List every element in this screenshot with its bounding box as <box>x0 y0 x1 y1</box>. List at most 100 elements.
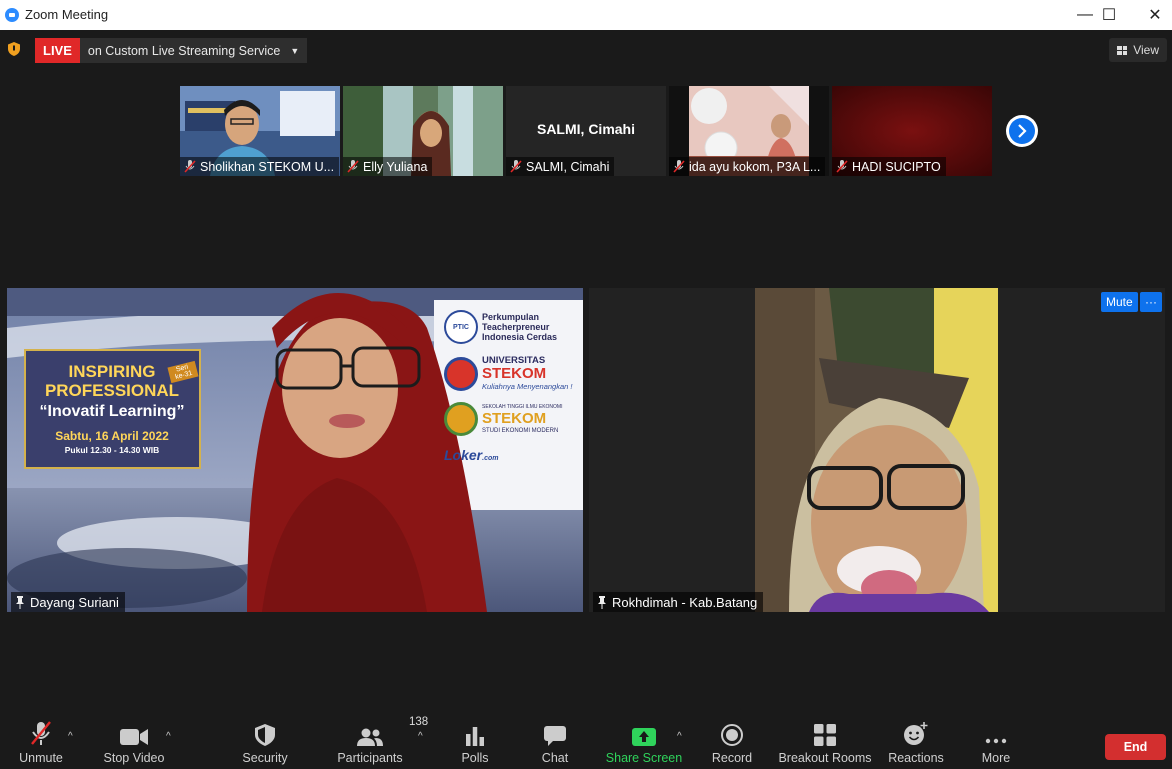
sponsor-logos: PTIC Perkumpulan Teacherpreneur Indonesi… <box>444 310 583 465</box>
org1-line2: Teacherpreneur <box>482 322 550 332</box>
security-button[interactable]: Security <box>237 713 293 769</box>
view-label: View <box>1133 43 1159 57</box>
share-screen-arrow-icon <box>632 728 656 746</box>
participant-thumbnail[interactable]: HADI SUCIPTO <box>832 86 992 176</box>
muted-mic-icon <box>673 160 685 173</box>
stekom-university-logo <box>444 356 478 391</box>
stekom-college-logo <box>444 402 478 436</box>
live-badge: LIVE <box>35 38 80 63</box>
unmute-label: Unmute <box>19 751 63 765</box>
participants-label: Participants <box>337 751 403 765</box>
stop-video-button[interactable]: Stop Video <box>99 713 169 769</box>
org3-line3: STUDI EKONOMI MODERN <box>482 428 559 434</box>
zoom-app-icon <box>5 8 19 22</box>
share-options-caret-icon[interactable]: ^ <box>677 731 682 742</box>
grid-icon <box>1117 45 1128 55</box>
mute-participant-button[interactable]: Mute <box>1101 292 1138 312</box>
video-camera-icon <box>120 729 148 745</box>
org4-suffix: .com <box>482 455 499 462</box>
live-service-label: on Custom Live Streaming Service <box>87 43 281 58</box>
participant-name: Elly Yuliana <box>363 159 428 174</box>
close-button[interactable]: ✕ <box>1132 0 1172 30</box>
unmute-button[interactable]: Unmute <box>12 713 70 769</box>
breakout-rooms-label: Breakout Rooms <box>778 751 872 765</box>
banner-title-line2: PROFESSIONAL <box>44 381 180 400</box>
banner-time: Pukul 12.30 - 14.30 WIB <box>64 445 160 455</box>
chat-bubble-icon <box>544 726 566 746</box>
participants-options-caret-icon[interactable]: ^ <box>418 731 423 742</box>
ptic-logo: PTIC <box>444 310 478 344</box>
encryption-shield-icon[interactable] <box>8 42 20 56</box>
end-meeting-button[interactable]: End <box>1105 734 1166 760</box>
security-label: Security <box>242 751 288 765</box>
event-banner: INSPIRING PROFESSIONAL Seri ke-31 “Inova… <box>27 360 199 455</box>
muted-mic-icon <box>347 160 359 173</box>
stop-video-label: Stop Video <box>103 751 165 765</box>
org2-line3: Kuliahnya Menyenangkan ! <box>482 382 573 391</box>
reactions-button[interactable]: Reactions <box>887 713 945 769</box>
participant-display-name: SALMI, Cimahi <box>536 121 635 137</box>
participant-more-button[interactable]: ··· <box>1140 292 1162 312</box>
meeting-topbar: LIVE on Custom Live Streaming Service ▼ … <box>0 30 1172 70</box>
breakout-rooms-grid-icon <box>814 724 836 746</box>
participant-name: ida ayu kokom, P3A L... <box>689 159 821 174</box>
view-button[interactable]: View <box>1109 38 1167 62</box>
participants-count: 138 <box>409 716 429 728</box>
video-tile-participant[interactable]: Rokhdimah - Kab.Batang <box>589 288 1165 612</box>
org1-line3: Indonesia Cerdas <box>482 332 558 342</box>
participant-name-tag: ida ayu kokom, P3A L... <box>669 157 826 176</box>
record-button[interactable]: Record <box>709 713 755 769</box>
org4-text: Loker <box>444 447 483 463</box>
more-label: More <box>981 751 1011 765</box>
share-screen-button[interactable]: Share Screen <box>606 713 682 769</box>
participant-name: HADI SUCIPTO <box>852 159 941 174</box>
participant-thumbnail[interactable]: Sholikhan STEKOM U... <box>180 86 340 176</box>
audio-options-caret-icon[interactable]: ^ <box>68 731 73 742</box>
chevron-down-icon: ▼ <box>290 45 300 56</box>
reactions-smiley-icon <box>904 722 928 745</box>
participants-button[interactable]: 138 Participants <box>335 713 428 769</box>
participants-icon <box>357 728 383 746</box>
banner-subtitle: “Inovatif Learning” <box>39 403 185 420</box>
window-title: Zoom Meeting <box>25 7 109 22</box>
reactions-label: Reactions <box>888 751 944 765</box>
live-service-dropdown[interactable]: on Custom Live Streaming Service ▼ <box>79 38 308 63</box>
banner-date: Sabtu, 16 April 2022 <box>55 429 169 443</box>
participant-name: Sholikhan STEKOM U... <box>200 159 335 174</box>
pin-icon <box>598 595 606 609</box>
participant-name-tag: Dayang Suriani <box>11 592 125 612</box>
participant-thumbnail[interactable]: Elly Yuliana <box>343 86 503 176</box>
maximize-button[interactable]: ☐ <box>1086 0 1132 30</box>
video-tile-speaker[interactable]: INSPIRING PROFESSIONAL Seri ke-31 “Inova… <box>7 288 583 612</box>
participant-name-tag: Rokhdimah - Kab.Batang <box>593 592 764 612</box>
participant-thumbnail[interactable]: SALMI, Cimahi SALMI, Cimahi <box>506 86 666 176</box>
participant-name: Dayang Suriani <box>30 594 119 610</box>
record-label: Record <box>711 751 753 765</box>
participant-name-tag: HADI SUCIPTO <box>832 157 946 176</box>
muted-mic-icon <box>836 160 848 173</box>
polls-chart-icon <box>466 727 484 746</box>
participant-name-tag: Elly Yuliana <box>343 157 433 176</box>
chat-button[interactable]: Chat <box>535 713 575 769</box>
org3-line2: STEKOM <box>482 410 547 427</box>
security-shield-icon <box>255 724 275 746</box>
participant-name: SALMI, Cimahi <box>526 159 610 174</box>
org2-line2: STEKOM <box>482 365 547 382</box>
participant-name-tag: Sholikhan STEKOM U... <box>180 157 340 176</box>
next-page-button[interactable] <box>1006 115 1038 147</box>
more-dots-icon <box>985 738 1007 744</box>
muted-mic-icon <box>510 160 522 173</box>
more-button[interactable]: More <box>974 713 1018 769</box>
chat-label: Chat <box>541 751 569 765</box>
loker-logo: Loker.com <box>444 447 583 465</box>
live-stream-control[interactable]: LIVE on Custom Live Streaming Service ▼ <box>35 38 308 63</box>
meeting-toolbar: Unmute ^ Stop Video ^ Security 138 Parti… <box>0 713 1172 769</box>
chevron-right-icon <box>1009 118 1035 144</box>
participant-thumbnail[interactable]: ida ayu kokom, P3A L... <box>669 86 829 176</box>
video-options-caret-icon[interactable]: ^ <box>166 731 171 742</box>
pin-icon <box>16 595 24 609</box>
breakout-rooms-button[interactable]: Breakout Rooms <box>778 713 872 769</box>
org1-line1: Perkumpulan <box>482 312 540 322</box>
polls-button[interactable]: Polls <box>455 713 495 769</box>
muted-microphone-icon <box>31 721 51 745</box>
